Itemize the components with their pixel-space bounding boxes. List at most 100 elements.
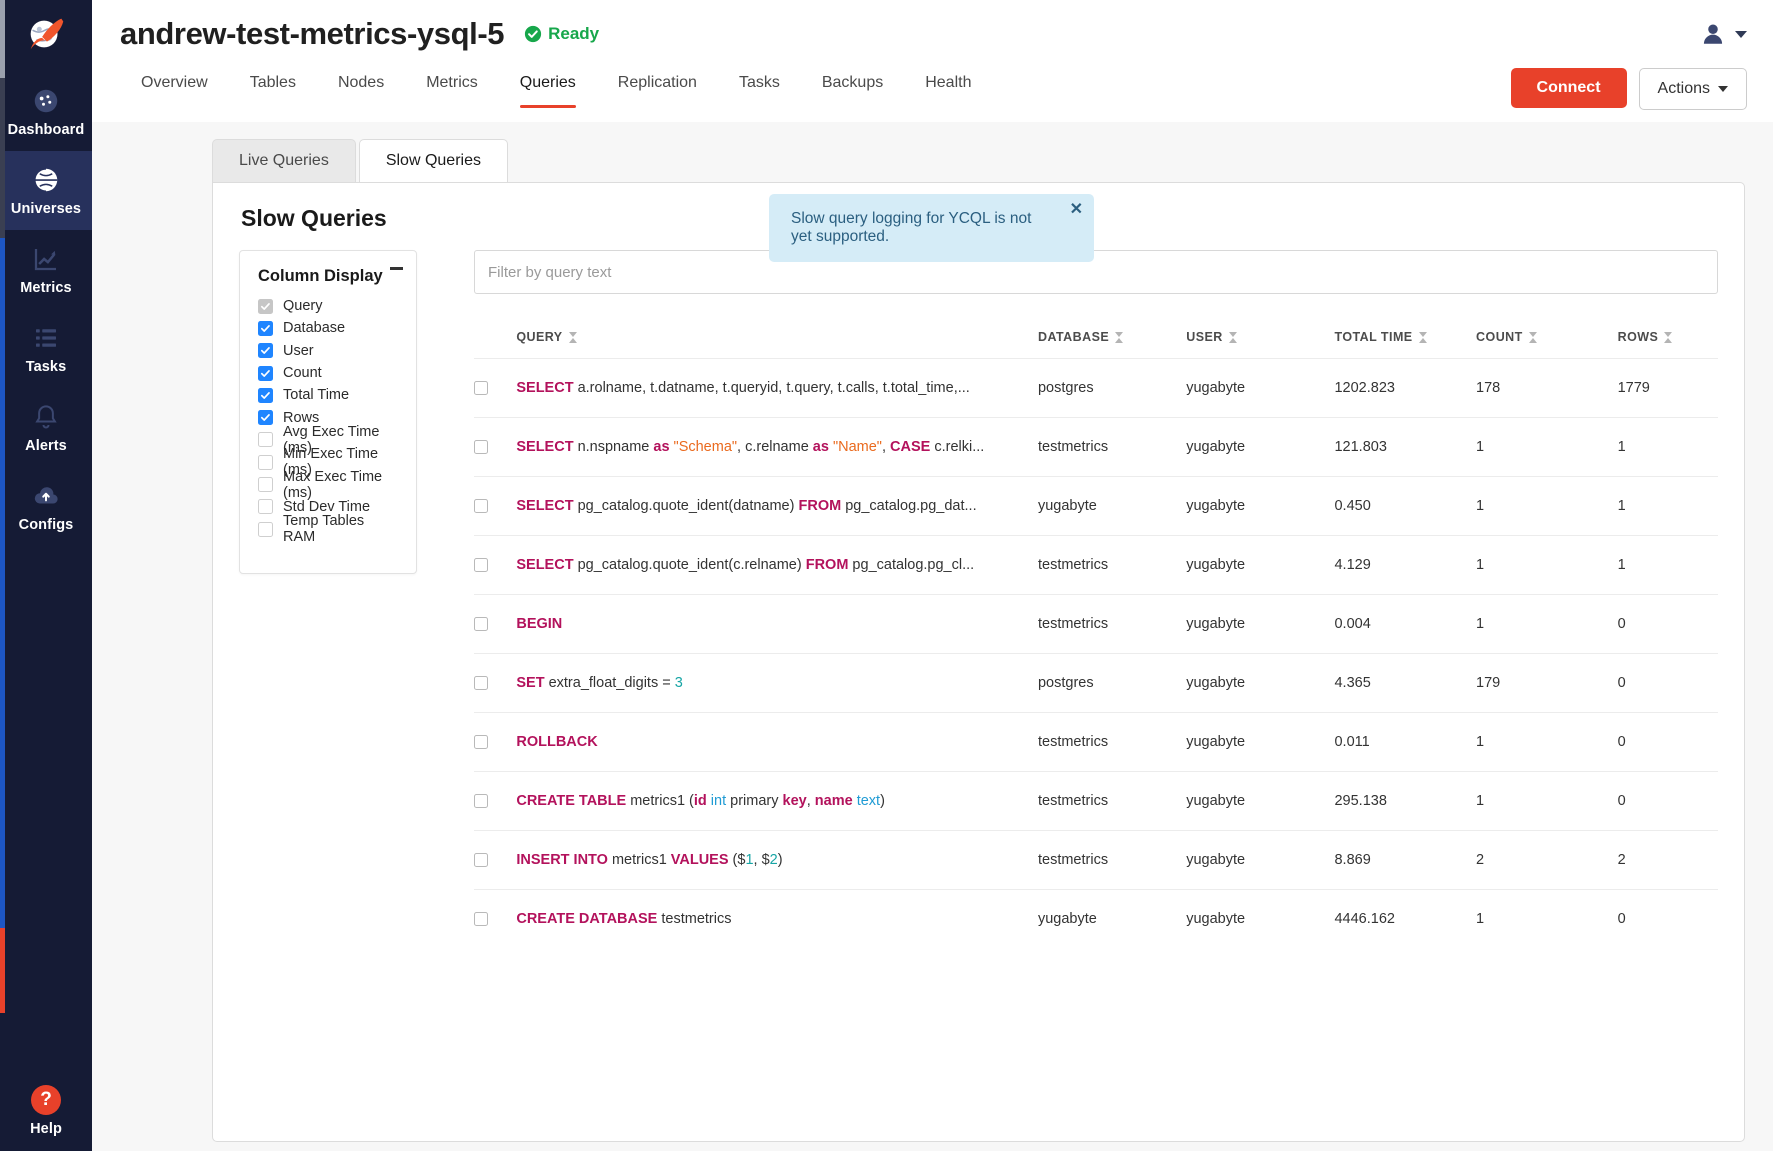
- sql-token: , c.relname: [737, 439, 813, 455]
- table-row[interactable]: SELECT a.rolname, t.datname, t.queryid, …: [474, 359, 1718, 418]
- check-circle-icon: [524, 25, 542, 43]
- table-row[interactable]: SET extra_float_digits = 3postgresyugaby…: [474, 654, 1718, 713]
- actions-label: Actions: [1658, 80, 1710, 98]
- column-header-database[interactable]: DATABASE: [1038, 322, 1186, 359]
- query-cell[interactable]: INSERT INTO metrics1 VALUES ($1, $2): [516, 831, 1038, 890]
- sidebar-item-help[interactable]: ? Help: [0, 1085, 92, 1137]
- header-label: COUNT: [1476, 330, 1523, 344]
- tab-health[interactable]: Health: [904, 68, 992, 108]
- sql-token: , $: [754, 852, 770, 868]
- tab-replication[interactable]: Replication: [597, 68, 718, 108]
- search-input[interactable]: [474, 250, 1718, 294]
- row-checkbox[interactable]: [474, 499, 488, 513]
- row-select-cell[interactable]: [474, 831, 516, 890]
- row-select-cell[interactable]: [474, 595, 516, 654]
- close-icon[interactable]: ✕: [1070, 202, 1083, 218]
- column-toggle-temp-tables-ram[interactable]: Temp Tables RAM: [258, 518, 400, 540]
- row-select-cell[interactable]: [474, 890, 516, 949]
- query-cell[interactable]: CREATE TABLE metrics1 (id int primary ke…: [516, 772, 1038, 831]
- query-cell[interactable]: SELECT a.rolname, t.datname, t.queryid, …: [516, 359, 1038, 418]
- table-row[interactable]: SELECT pg_catalog.quote_ident(datname) F…: [474, 477, 1718, 536]
- row-select-cell[interactable]: [474, 536, 516, 595]
- sort-icon: [1664, 332, 1672, 343]
- row-checkbox[interactable]: [474, 735, 488, 749]
- page-body: Live Queries Slow Queries Slow Queries S…: [92, 122, 1773, 1151]
- table-row[interactable]: CREATE TABLE metrics1 (id int primary ke…: [474, 772, 1718, 831]
- row-select-cell[interactable]: [474, 477, 516, 536]
- sidebar-item-dashboard[interactable]: Dashboard: [0, 72, 92, 151]
- sidebar-item-metrics[interactable]: Metrics: [0, 230, 92, 309]
- row-checkbox[interactable]: [474, 912, 488, 926]
- minus-icon[interactable]: [390, 267, 403, 270]
- row-select-cell[interactable]: [474, 772, 516, 831]
- row-select-cell[interactable]: [474, 654, 516, 713]
- sql-token: c.relki...: [930, 439, 984, 455]
- row-select-cell[interactable]: [474, 713, 516, 772]
- table-row[interactable]: ROLLBACKtestmetricsyugabyte0.01110: [474, 713, 1718, 772]
- row-select-cell[interactable]: [474, 418, 516, 477]
- total-time-cell: 0.011: [1334, 713, 1476, 772]
- query-cell[interactable]: CREATE DATABASE testmetrics: [516, 890, 1038, 949]
- sidebar-item-alerts[interactable]: Alerts: [0, 388, 92, 467]
- subtab-live-queries[interactable]: Live Queries: [212, 139, 356, 182]
- sidebar: Dashboard Universes Metrics Tasks: [0, 0, 92, 1151]
- tab-overview[interactable]: Overview: [120, 68, 229, 108]
- row-checkbox[interactable]: [474, 617, 488, 631]
- row-checkbox[interactable]: [474, 440, 488, 454]
- column-toggle-total-time[interactable]: Total Time: [258, 384, 400, 406]
- subtab-slow-queries[interactable]: Slow Queries: [359, 139, 508, 182]
- column-header-user[interactable]: USER: [1186, 322, 1334, 359]
- app-logo[interactable]: [0, 0, 92, 68]
- user-menu[interactable]: [1700, 21, 1747, 47]
- sql-token: SELECT: [516, 498, 573, 514]
- column-toggle-label: Total Time: [283, 387, 349, 403]
- table-row[interactable]: SELECT n.nspname as "Schema", c.relname …: [474, 418, 1718, 477]
- table-row[interactable]: SELECT pg_catalog.quote_ident(c.relname)…: [474, 536, 1718, 595]
- column-toggle-database[interactable]: Database: [258, 317, 400, 339]
- actions-button[interactable]: Actions: [1639, 68, 1747, 110]
- row-select-cell[interactable]: [474, 359, 516, 418]
- tab-tables[interactable]: Tables: [229, 68, 317, 108]
- column-header-count[interactable]: COUNT: [1476, 322, 1618, 359]
- column-header-query[interactable]: QUERY: [516, 322, 1038, 359]
- sidebar-item-label: Help: [30, 1121, 62, 1137]
- user-cell: yugabyte: [1186, 536, 1334, 595]
- query-cell[interactable]: ROLLBACK: [516, 713, 1038, 772]
- table-row[interactable]: CREATE DATABASE testmetricsyugabyteyugab…: [474, 890, 1718, 949]
- table-row[interactable]: INSERT INTO metrics1 VALUES ($1, $2)test…: [474, 831, 1718, 890]
- query-cell[interactable]: SELECT pg_catalog.quote_ident(c.relname)…: [516, 536, 1038, 595]
- query-cell[interactable]: SET extra_float_digits = 3: [516, 654, 1038, 713]
- database-cell: testmetrics: [1038, 418, 1186, 477]
- sidebar-item-tasks[interactable]: Tasks: [0, 309, 92, 388]
- tab-nodes[interactable]: Nodes: [317, 68, 405, 108]
- column-header-rows[interactable]: ROWS: [1618, 322, 1718, 359]
- edge-strip-gray: [0, 0, 5, 78]
- tab-metrics[interactable]: Metrics: [405, 68, 499, 108]
- query-cell[interactable]: SELECT pg_catalog.quote_ident(datname) F…: [516, 477, 1038, 536]
- tab-backups[interactable]: Backups: [801, 68, 904, 108]
- sort-icon: [1419, 332, 1427, 343]
- sidebar-item-universes[interactable]: Universes: [0, 151, 92, 230]
- user-cell: yugabyte: [1186, 654, 1334, 713]
- table-row[interactable]: BEGINtestmetricsyugabyte0.00410: [474, 595, 1718, 654]
- sidebar-item-configs[interactable]: Configs: [0, 467, 92, 546]
- rows-cell: 0: [1618, 772, 1718, 831]
- row-checkbox[interactable]: [474, 558, 488, 572]
- query-cell[interactable]: SELECT n.nspname as "Schema", c.relname …: [516, 418, 1038, 477]
- column-toggle-max-exec-time-ms[interactable]: Max Exec Time (ms): [258, 473, 400, 495]
- database-cell: testmetrics: [1038, 595, 1186, 654]
- query-cell[interactable]: BEGIN: [516, 595, 1038, 654]
- tab-queries[interactable]: Queries: [499, 68, 597, 108]
- column-toggle-user[interactable]: User: [258, 340, 400, 362]
- sql-token: "Name": [833, 439, 882, 455]
- total-time-cell: 295.138: [1334, 772, 1476, 831]
- row-checkbox[interactable]: [474, 381, 488, 395]
- column-header-total-time[interactable]: TOTAL TIME: [1334, 322, 1476, 359]
- column-toggle-label: User: [283, 343, 314, 359]
- row-checkbox[interactable]: [474, 794, 488, 808]
- column-toggle-count[interactable]: Count: [258, 362, 400, 384]
- row-checkbox[interactable]: [474, 853, 488, 867]
- tab-tasks[interactable]: Tasks: [718, 68, 801, 108]
- connect-button[interactable]: Connect: [1511, 68, 1627, 108]
- row-checkbox[interactable]: [474, 676, 488, 690]
